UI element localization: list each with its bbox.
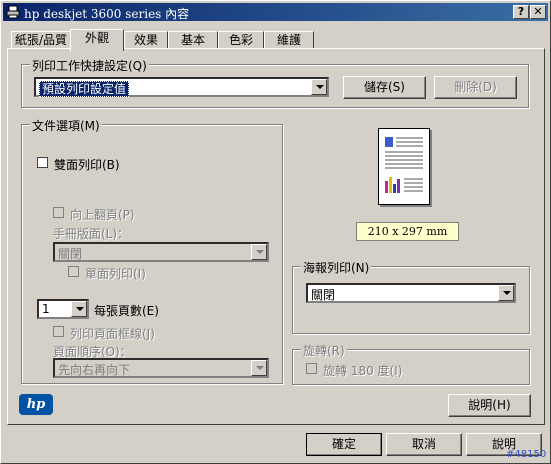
single-page-label: 單面列印(I)	[85, 267, 146, 281]
page-order-value: 先向右再向下	[58, 363, 131, 377]
dropdown-arrow-icon	[311, 79, 327, 95]
paper-size-label: 210 x 297 mm	[356, 222, 459, 241]
watermark: #48150	[506, 449, 547, 460]
print-borders-label: 列印頁面框線(J)	[70, 327, 155, 341]
pages-per-sheet-label: 每張頁數(E)	[94, 304, 159, 318]
pages-per-sheet-dropdown[interactable]: 1	[37, 299, 89, 319]
dropdown-arrow-icon	[498, 285, 514, 301]
tab-paper-quality[interactable]: 紙張/品質	[11, 31, 71, 49]
booklet-layout-dropdown[interactable]: 關閉	[53, 242, 269, 262]
tab-basics[interactable]: 基本	[168, 31, 218, 49]
poster-value: 關閉	[311, 288, 336, 302]
hp-logo: hp	[19, 394, 53, 415]
quick-sets-dropdown[interactable]: 預設列印設定值	[34, 77, 329, 97]
ok-button[interactable]: 確定	[306, 433, 382, 456]
tab-finishing[interactable]: 外觀	[70, 29, 124, 51]
page-preview	[378, 128, 430, 205]
delete-button[interactable]: 刪除(D)	[434, 76, 517, 99]
checkbox-box	[53, 207, 64, 218]
dropdown-arrow-icon	[251, 360, 267, 376]
booklet-layout-label: 手冊版面(L)：	[53, 227, 130, 241]
help-title-button[interactable]: ?	[513, 5, 529, 19]
quick-sets-value: 預設列印設定值	[39, 81, 130, 97]
help-panel-button[interactable]: 說明(H)	[448, 394, 531, 417]
printer-icon	[6, 5, 20, 19]
duplex-label: 雙面列印(B)	[54, 158, 120, 172]
booklet-layout-value: 關閉	[58, 247, 83, 261]
tab-effects[interactable]: 效果	[124, 31, 168, 49]
close-button[interactable]: ✕	[530, 5, 546, 19]
tab-services[interactable]: 維護	[264, 31, 314, 49]
save-button[interactable]: 儲存(S)	[343, 76, 426, 99]
rotate-180-label: 旋轉 180 度(I)	[323, 364, 403, 378]
dialog-window: hp deskjet 3600 series 內容 ? ✕ 紙張/品質 外觀 效…	[0, 0, 551, 464]
document-preview-icon	[385, 137, 423, 193]
pages-per-sheet-value: 1	[42, 302, 50, 316]
page-order-dropdown[interactable]: 先向右再向下	[53, 358, 269, 378]
document-options-label: 文件選項(M)	[30, 117, 102, 134]
tab-color[interactable]: 色彩	[218, 31, 264, 49]
dropdown-arrow-icon	[251, 244, 267, 260]
rotation-label: 旋轉(R)	[301, 342, 347, 359]
quick-sets-label: 列印工作快捷設定(Q)	[30, 57, 149, 74]
dropdown-arrow-icon	[71, 301, 87, 317]
checkbox-box	[306, 363, 317, 374]
title-bar: hp deskjet 3600 series 內容 ? ✕	[3, 3, 548, 21]
checkbox-box	[37, 157, 48, 168]
checkbox-box	[53, 326, 64, 337]
checkbox-box	[68, 266, 79, 277]
cancel-button[interactable]: 取消	[386, 433, 462, 456]
window-title: hp deskjet 3600 series 內容	[24, 7, 190, 21]
flip-up-label: 向上翻頁(P)	[70, 208, 135, 222]
poster-label: 海報列印(N)	[301, 259, 372, 276]
poster-dropdown[interactable]: 關閉	[306, 283, 516, 303]
